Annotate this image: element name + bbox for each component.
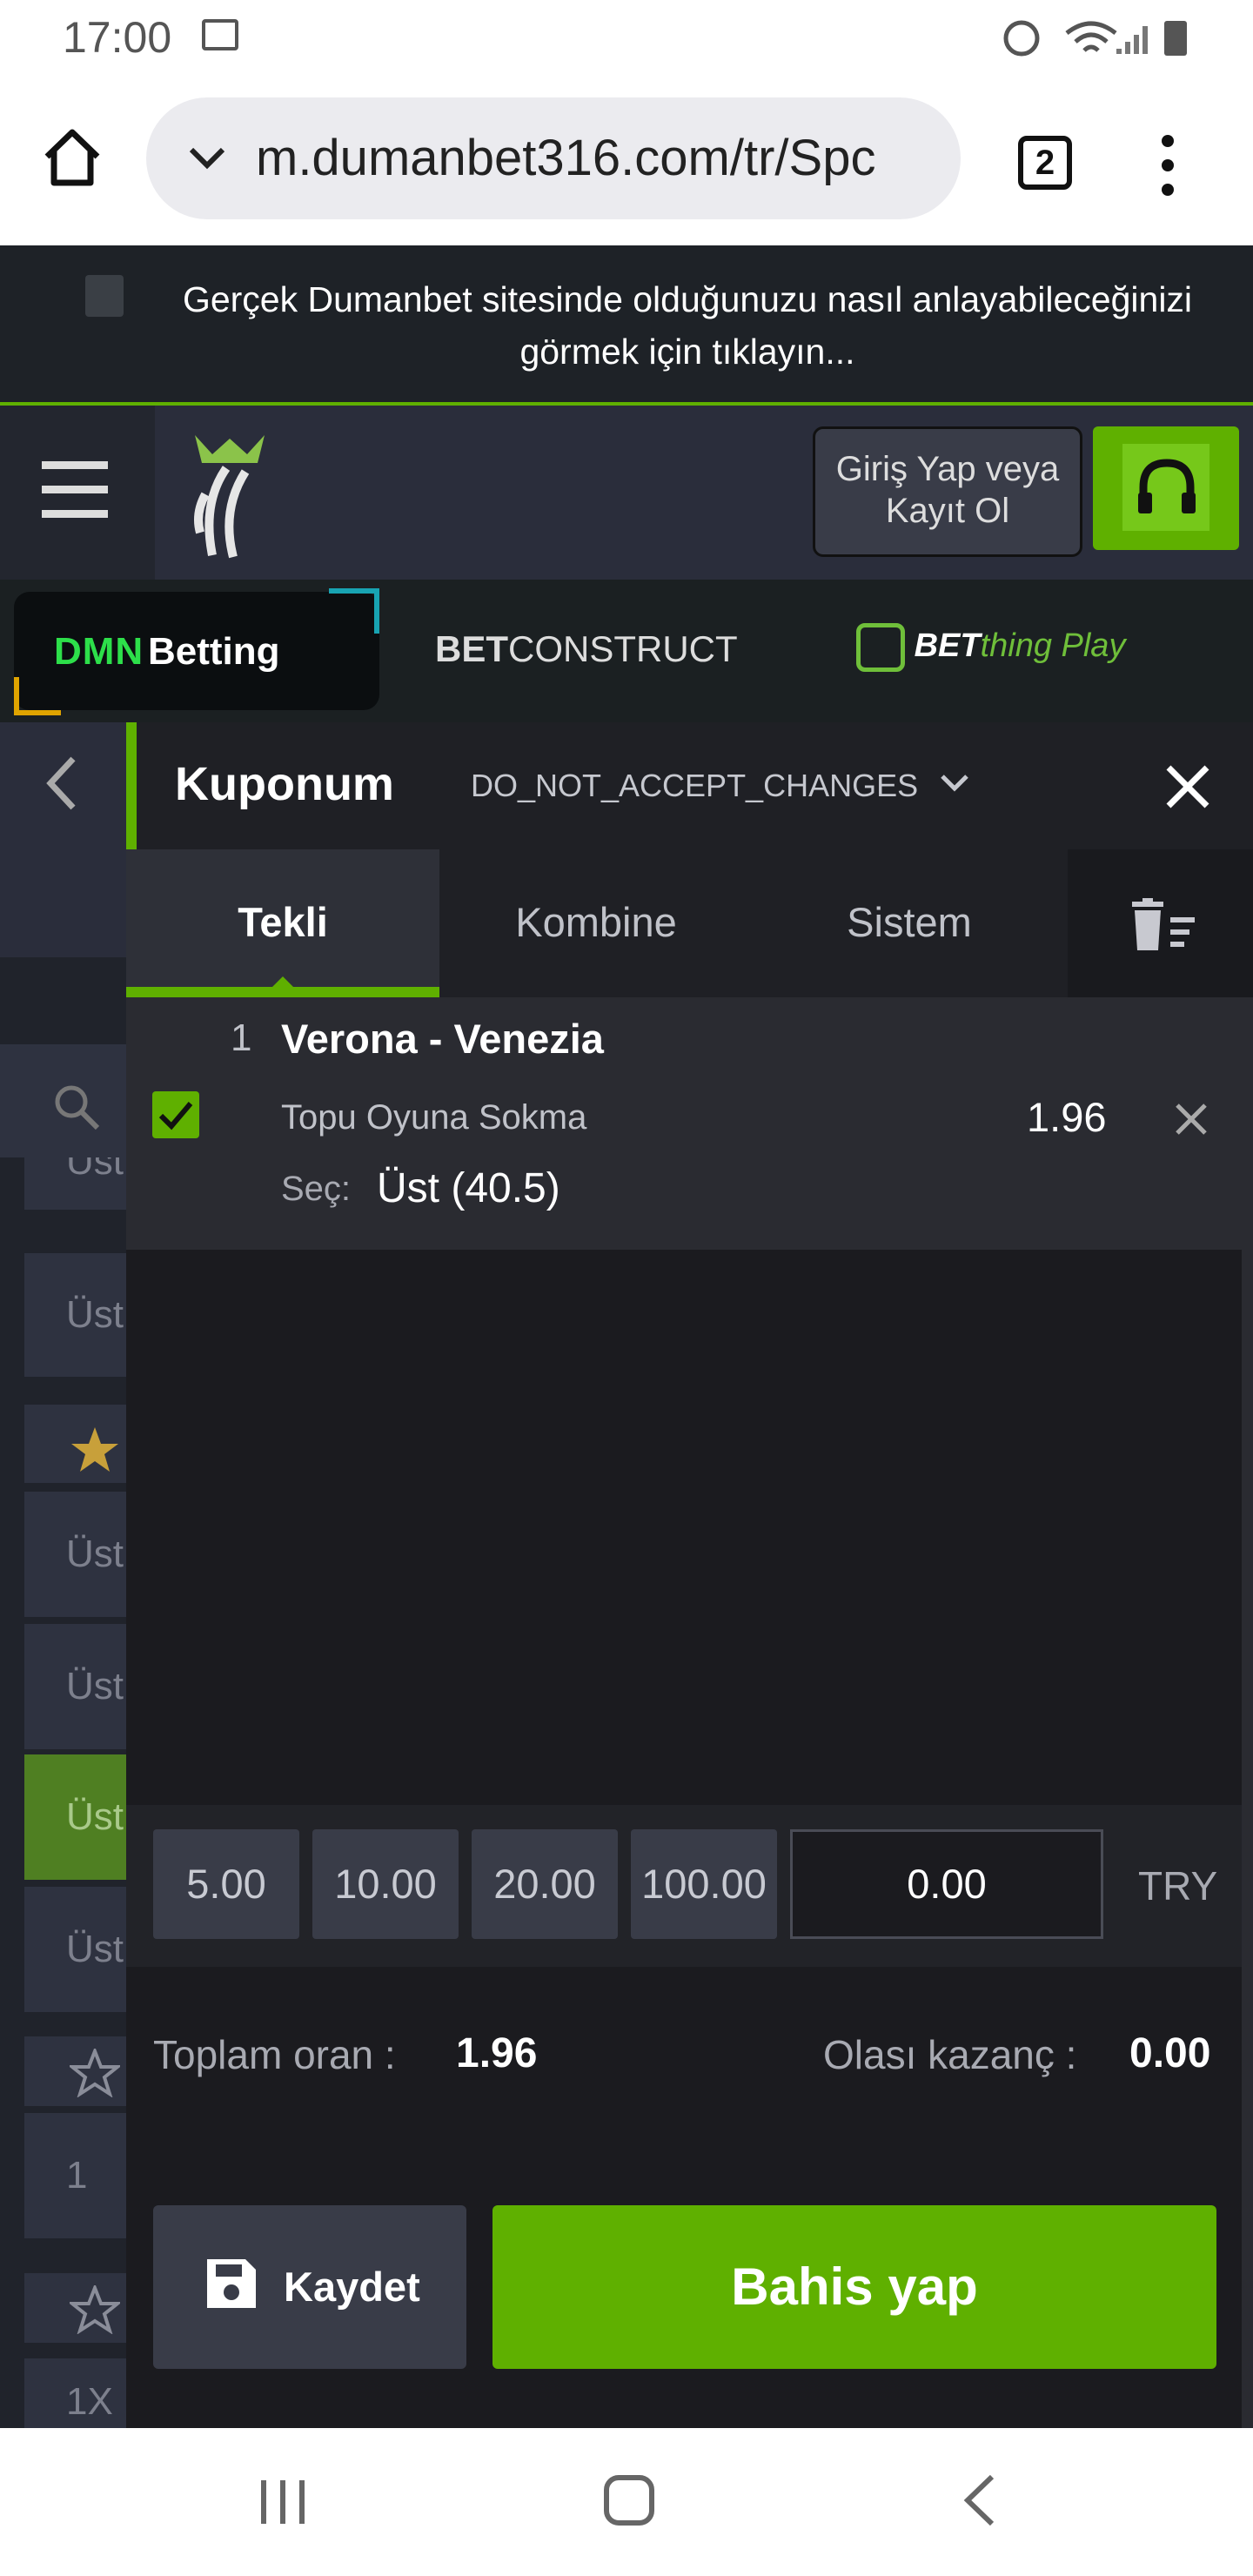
bet-odds: 1.96 (1027, 1094, 1107, 1140)
favorite-header (24, 2273, 126, 2343)
back-button[interactable] (0, 722, 126, 844)
url-text: m.dumanbet316.com/tr/Spc (256, 130, 876, 186)
coupon-header: Kuponum DO_NOT_ACCEPT_CHANGES (137, 722, 1253, 849)
total-odds-value: 1.96 (456, 2030, 538, 2076)
system-nav-bar (0, 2428, 1253, 2576)
status-bar: 17:00 (0, 0, 1253, 73)
bet-index: 1 (231, 1016, 252, 1059)
side-tile[interactable]: Üst (24, 1253, 126, 1377)
side-tile[interactable]: Üst (24, 1492, 126, 1617)
favorite-header (24, 1405, 126, 1483)
brand-dmnbetting[interactable]: DMN Betting (14, 592, 379, 715)
chevron-down-icon (189, 147, 225, 170)
coupon-title: Kuponum (175, 758, 394, 810)
browser-toolbar: m.dumanbet316.com/tr/Spc 2 (0, 73, 1253, 245)
recent-apps-icon[interactable] (258, 2477, 308, 2527)
checkmark-icon (158, 1102, 193, 1130)
wifi-icon (1065, 21, 1117, 52)
bet-item: 1 Verona - Venezia Topu Oyuna Sokma 1.96… (126, 997, 1253, 1250)
gallery-icon (202, 19, 238, 50)
authenticity-notice[interactable]: Gerçek Dumanbet sitesinde olduğunuzu nas… (0, 245, 1253, 406)
back-nav-icon[interactable] (961, 2473, 999, 2527)
more-options-icon[interactable] (1156, 131, 1180, 200)
currency-label: TRY (1138, 1863, 1218, 1909)
search-icon (55, 1085, 100, 1130)
favorite-header (24, 2036, 126, 2106)
star-outline-icon[interactable] (70, 2285, 120, 2334)
stake-input[interactable]: 0.00 (790, 1829, 1103, 1939)
side-tile[interactable]: 1X (24, 2358, 126, 2428)
pick-label: Seç: (281, 1170, 352, 1208)
total-odds-label: Toplam oran : (153, 2032, 396, 2077)
quick-amount-5[interactable]: 5.00 (153, 1829, 299, 1939)
battery-icon (1164, 21, 1187, 56)
support-button[interactable] (1093, 426, 1239, 550)
signal-icon (1116, 26, 1148, 54)
clear-coupon-button[interactable] (1068, 849, 1253, 997)
brands-strip: DMN Betting BETCONSTRUCT BETthing Play (0, 580, 1253, 722)
tab-switcher-button[interactable]: 2 (1018, 136, 1072, 190)
chevron-down-icon (941, 775, 968, 792)
coupon-tabs: Tekli Kombine Sistem (126, 849, 1253, 997)
save-coupon-button[interactable]: Kaydet (153, 2205, 466, 2369)
side-tile[interactable]: Üst (24, 1624, 126, 1749)
tab-sistem[interactable]: Sistem (753, 849, 1066, 997)
quick-amount-20[interactable]: 20.00 (472, 1829, 618, 1939)
quick-amount-10[interactable]: 10.00 (312, 1829, 459, 1939)
site-header: Giriş Yap veya Kayıt Ol (0, 406, 1253, 580)
site-logo-small (85, 275, 124, 317)
star-outline-icon[interactable] (70, 2049, 120, 2097)
tab-kombine[interactable]: Kombine (439, 849, 753, 997)
bet-checkbox[interactable] (152, 1091, 199, 1138)
trash-list-icon (1132, 898, 1195, 950)
brand-betconstruct[interactable]: BETCONSTRUCT (435, 628, 738, 670)
address-bar[interactable]: m.dumanbet316.com/tr/Spc (146, 97, 961, 219)
login-register-button[interactable]: Giriş Yap veya Kayıt Ol (813, 426, 1082, 557)
brand-betthing-play[interactable]: BETthing Play (856, 623, 1125, 672)
status-time: 17:00 (63, 13, 172, 62)
chevron-left-icon (46, 756, 76, 810)
pick-value: Üst (40.5) (377, 1165, 560, 1211)
side-tile[interactable]: 1 (24, 2113, 126, 2238)
home-nav-icon[interactable] (602, 2473, 656, 2527)
floppy-disk-icon (207, 2259, 256, 2308)
place-bet-button[interactable]: Bahis yap (492, 2205, 1216, 2369)
home-icon[interactable] (42, 127, 103, 186)
tab-tekli[interactable]: Tekli (126, 849, 439, 997)
star-filled-icon (71, 1427, 118, 1472)
site-logo[interactable] (183, 426, 278, 566)
bet-match: Verona - Venezia (281, 1016, 604, 1062)
soccer-ball-icon (856, 623, 905, 672)
coupon-panel: Kuponum DO_NOT_ACCEPT_CHANGES Tekli Komb… (126, 722, 1253, 2428)
side-tile[interactable]: Üst (24, 1887, 126, 2012)
hamburger-icon (42, 461, 108, 518)
alarm-icon (1003, 20, 1040, 57)
bet-market: Topu Oyuna Sokma (281, 1098, 587, 1137)
possible-win-label: Olası kazanç : (823, 2032, 1077, 2077)
odds-change-dropdown[interactable]: DO_NOT_ACCEPT_CHANGES (471, 768, 918, 804)
page-behind: Üst Üst Üst Üst Üst Üst 1 1X (0, 722, 126, 2428)
possible-win-value: 0.00 (1129, 2030, 1211, 2076)
side-tile-selected[interactable]: Üst (24, 1754, 126, 1880)
remove-bet-icon[interactable] (1174, 1102, 1209, 1137)
headset-icon (1138, 459, 1196, 513)
side-tile[interactable]: Üst (24, 1157, 126, 1210)
system-status-icons (1003, 20, 1187, 57)
search-area[interactable] (0, 1044, 126, 1157)
close-icon[interactable] (1163, 762, 1212, 811)
quick-amount-100[interactable]: 100.00 (631, 1829, 777, 1939)
scrollbar[interactable] (1242, 1023, 1253, 2428)
menu-button[interactable] (0, 406, 155, 580)
notice-text: Gerçek Dumanbet sitesinde olduğunuzu nas… (182, 279, 1193, 372)
